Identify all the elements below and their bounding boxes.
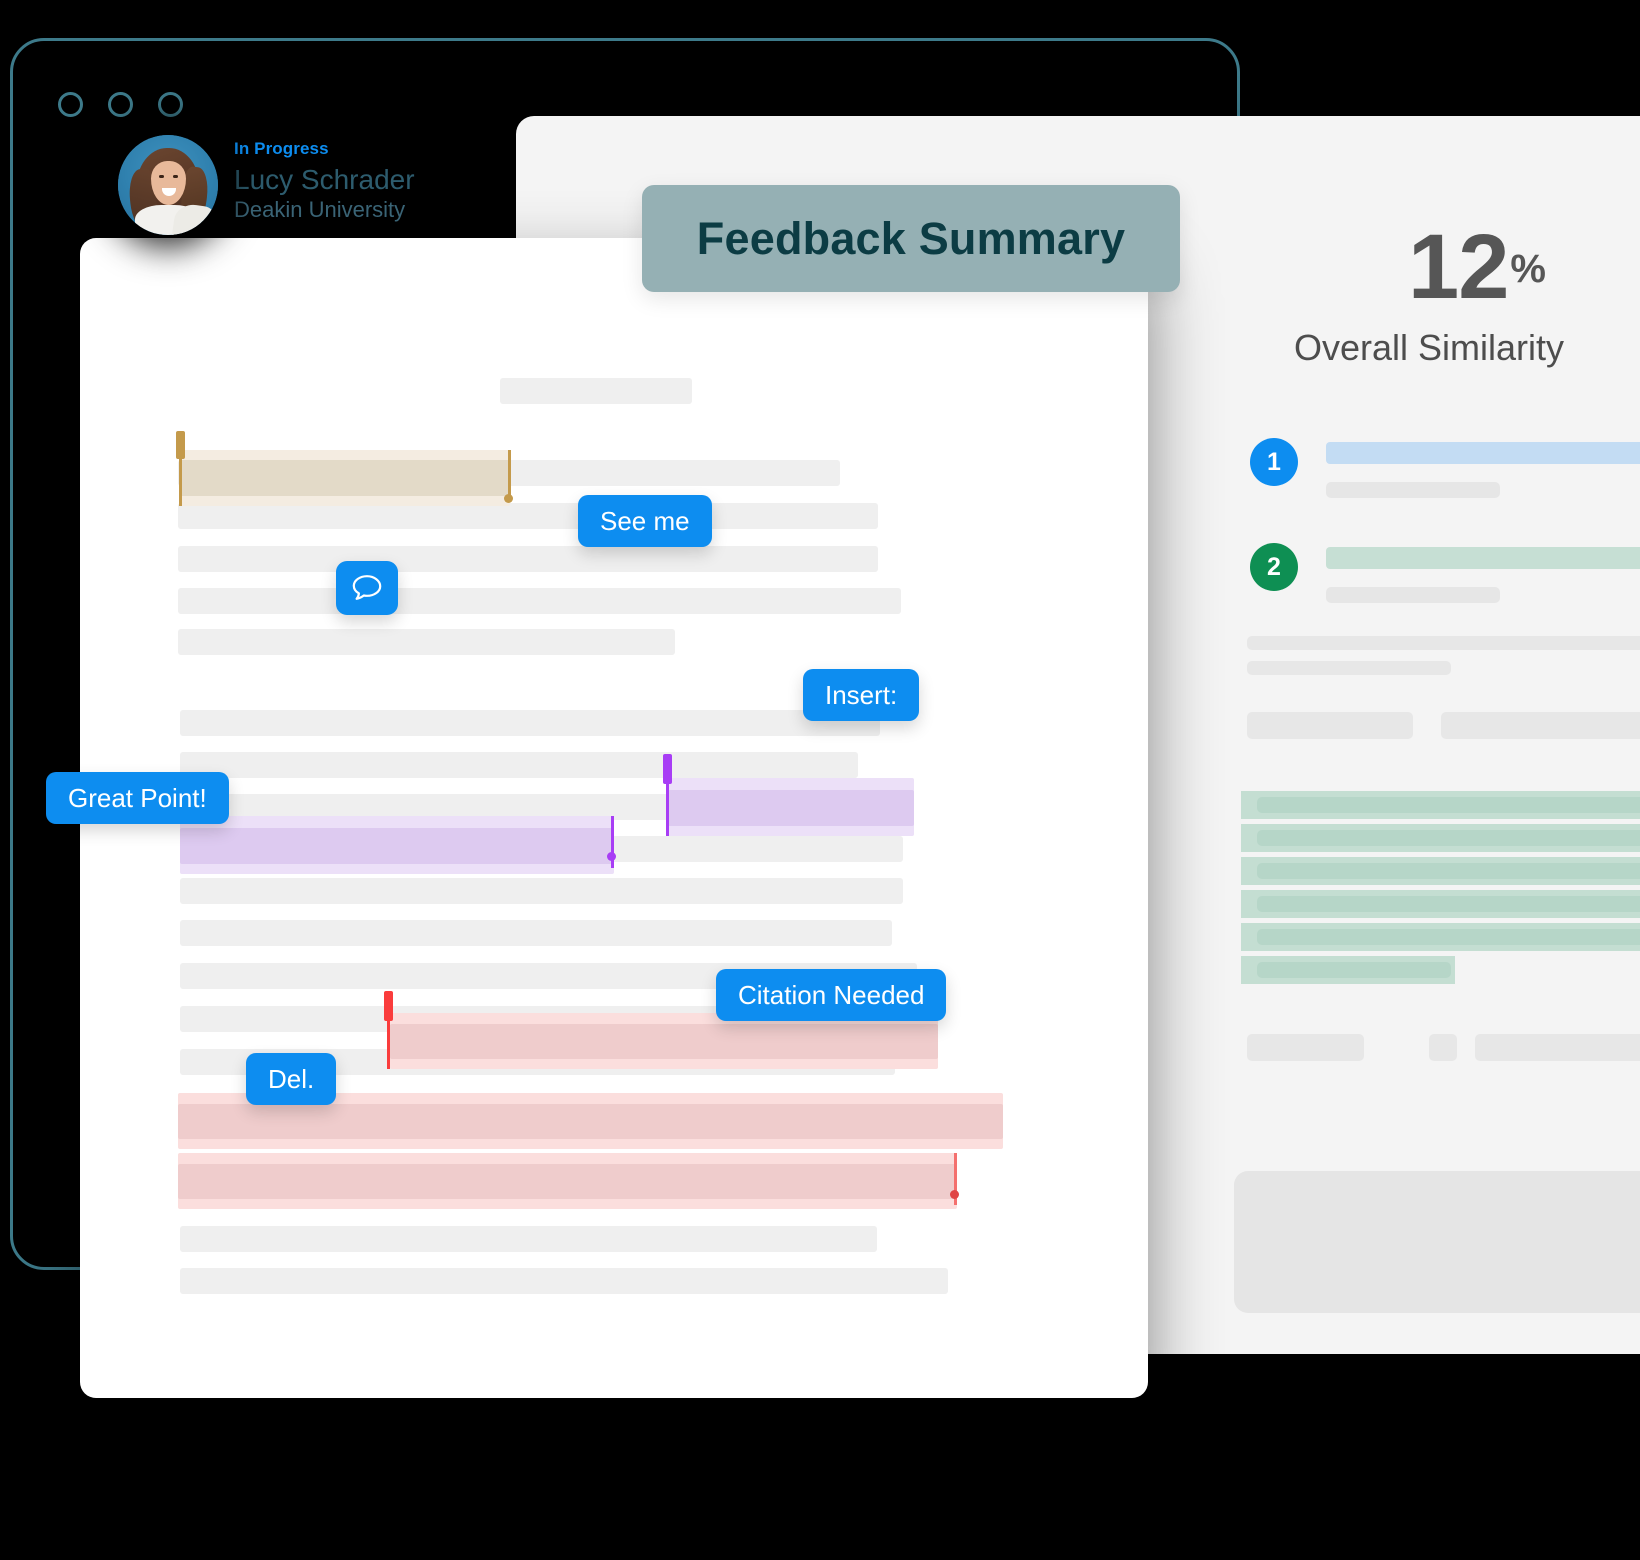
avatar xyxy=(118,135,218,235)
green-match-line xyxy=(1241,956,1455,984)
minimize-button[interactable] xyxy=(108,92,133,117)
highlight-purple-upper-inner xyxy=(668,790,914,826)
skeleton-chip xyxy=(1247,1034,1364,1061)
feedback-summary-title: Feedback Summary xyxy=(696,212,1126,264)
highlight-anchor-dot xyxy=(504,494,513,503)
skeleton-bar xyxy=(1247,636,1640,650)
user-organization: Deakin University xyxy=(234,196,406,222)
close-button[interactable] xyxy=(58,92,83,117)
doc-line xyxy=(180,1268,948,1294)
comment-bubble-icon xyxy=(352,575,382,600)
highlight-connector-line xyxy=(387,1013,390,1069)
match-meta-bar xyxy=(1326,482,1500,498)
user-header: In Progress Lucy Schrader Deakin Univers… xyxy=(118,135,415,235)
skeleton-chip xyxy=(1475,1034,1640,1061)
highlight-connector-line xyxy=(666,778,669,836)
match-bars xyxy=(1326,438,1640,498)
user-name: Lucy Schrader xyxy=(234,164,415,196)
doc-title-placeholder xyxy=(500,378,692,404)
match-source-bar xyxy=(1326,442,1640,464)
doc-line xyxy=(178,629,675,655)
skeleton-chip xyxy=(1441,712,1640,739)
match-bars xyxy=(1326,543,1640,603)
annotation-tag-insert[interactable]: Insert: xyxy=(803,669,920,721)
highlight-beige-inner xyxy=(180,460,510,496)
skeleton-bar xyxy=(1247,661,1451,675)
skeleton-chip xyxy=(1247,712,1413,739)
user-meta: In Progress Lucy Schrader Deakin Univers… xyxy=(234,135,415,223)
overall-similarity-block: 12% Overall Similarity xyxy=(1276,216,1640,369)
document-page xyxy=(80,238,1148,1398)
green-match-line xyxy=(1241,923,1640,951)
feedback-summary-banner[interactable]: Feedback Summary xyxy=(642,185,1180,292)
match-badge: 2 xyxy=(1250,543,1298,591)
highlight-red-block-2-inner xyxy=(178,1164,957,1199)
green-match-line xyxy=(1241,890,1640,918)
green-match-line xyxy=(1241,857,1640,885)
highlight-anchor-dot xyxy=(950,1190,959,1199)
doc-line xyxy=(178,588,901,614)
maximize-button[interactable] xyxy=(158,92,183,117)
green-match-line xyxy=(1241,791,1640,819)
annotation-tag-comment[interactable] xyxy=(336,561,398,615)
highlight-purple-lower-inner xyxy=(180,828,614,864)
match-row[interactable]: 1 xyxy=(1250,438,1640,498)
annotation-tag-great-point[interactable]: Great Point! xyxy=(46,772,229,824)
match-source-bar xyxy=(1326,547,1640,569)
doc-line xyxy=(180,1226,877,1252)
doc-line xyxy=(178,503,878,529)
highlight-anchor-dot xyxy=(607,852,616,861)
similarity-caption: Overall Similarity xyxy=(1294,327,1565,369)
annotation-tag-citation-needed[interactable]: Citation Needed xyxy=(716,969,947,1021)
similarity-unit: % xyxy=(1510,246,1546,291)
screenshot-root: 12% Overall Similarity 1 2 In Progress L… xyxy=(0,0,1640,1560)
status-badge: In Progress xyxy=(234,139,329,158)
summary-card[interactable] xyxy=(1234,1171,1640,1313)
doc-line xyxy=(178,546,878,572)
skeleton-chip xyxy=(1429,1034,1457,1061)
similarity-score: 12% xyxy=(1276,216,1640,318)
doc-line xyxy=(180,752,858,778)
highlight-red-block-1-inner xyxy=(178,1104,1003,1139)
doc-line xyxy=(180,920,892,946)
highlight-red-upper-inner xyxy=(390,1024,938,1059)
annotation-tag-see-me[interactable]: See me xyxy=(578,495,712,547)
window-traffic-lights xyxy=(58,92,183,117)
similarity-value: 12 xyxy=(1408,216,1509,318)
match-badge: 1 xyxy=(1250,438,1298,486)
doc-line xyxy=(180,710,880,736)
doc-line xyxy=(180,878,903,904)
match-row[interactable]: 2 xyxy=(1250,543,1640,603)
match-meta-bar xyxy=(1326,587,1500,603)
annotation-tag-delete[interactable]: Del. xyxy=(246,1053,337,1105)
highlight-connector-line xyxy=(179,450,182,506)
green-match-line xyxy=(1241,824,1640,852)
